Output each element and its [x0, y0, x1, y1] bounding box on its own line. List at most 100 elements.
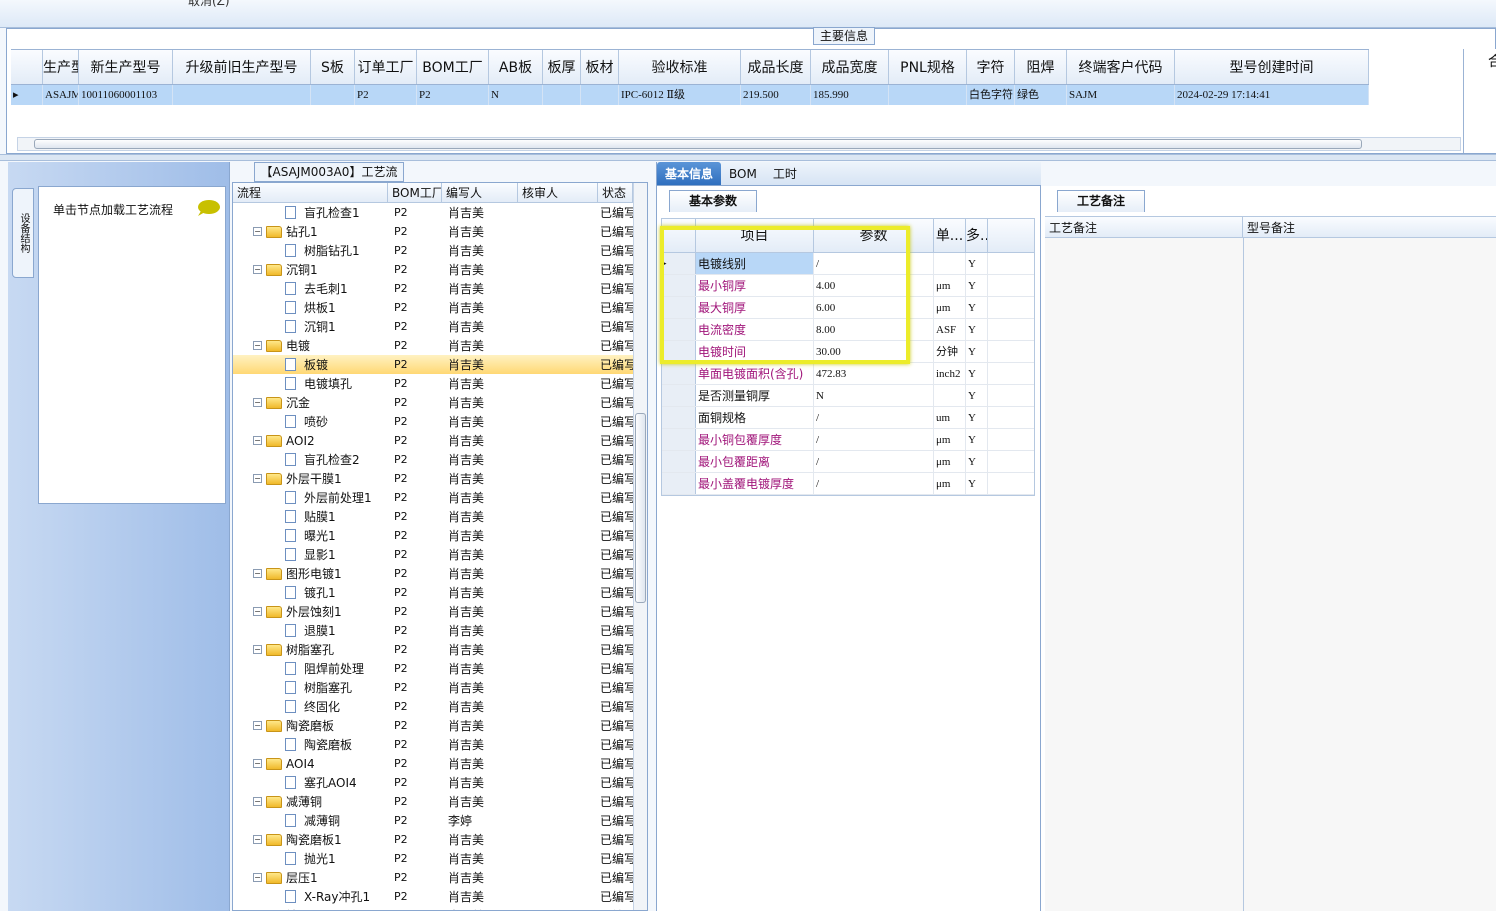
- param-value[interactable]: /: [814, 451, 934, 472]
- tree-row[interactable]: − 陶瓷磨板 P2 肖吉美 已编写: [233, 716, 633, 735]
- tree-row[interactable]: 阻焊前处理 P2 肖吉美 已编写: [233, 659, 633, 678]
- tree-node-cell[interactable]: 树脂塞孔: [233, 679, 388, 696]
- grid-cell[interactable]: 2024-02-29 17:14:41: [1175, 85, 1369, 105]
- collapse-icon[interactable]: −: [253, 759, 262, 768]
- collapse-icon[interactable]: −: [253, 797, 262, 806]
- tree-row[interactable]: 盲孔检查1 P2 肖吉美 已编写: [233, 203, 633, 222]
- tree-row[interactable]: 盲孔检查2 P2 肖吉美 已编写: [233, 450, 633, 469]
- tree-row[interactable]: 终固化 P2 肖吉美 已编写: [233, 697, 633, 716]
- tree-vertical-scrollbar[interactable]: [633, 183, 647, 910]
- param-row[interactable]: 面铜规格 / um Y: [662, 407, 1034, 429]
- tree-node-cell[interactable]: 镀孔1: [233, 584, 388, 601]
- tree-row[interactable]: 退膜1 P2 肖吉美 已编写: [233, 621, 633, 640]
- param-row[interactable]: 最小盖覆电镀厚度 / μm Y: [662, 473, 1034, 495]
- tree-node-cell[interactable]: − 陶瓷磨板: [233, 717, 388, 734]
- tree-node-cell[interactable]: − 钻孔1: [233, 223, 388, 240]
- tree-row[interactable]: 贴膜1 P2 肖吉美 已编写: [233, 507, 633, 526]
- tree-row[interactable]: − 外层干膜1 P2 肖吉美 已编写: [233, 469, 633, 488]
- tree-node-cell[interactable]: − 层压1: [233, 869, 388, 886]
- tree-node-cell[interactable]: − 树脂塞孔: [233, 641, 388, 658]
- grid-cell[interactable]: SAJM: [1067, 85, 1175, 105]
- tree-node-cell[interactable]: 陶瓷磨板: [233, 736, 388, 753]
- splitter[interactable]: [0, 154, 1496, 161]
- param-column-header[interactable]: 多..: [966, 219, 988, 252]
- tree-row[interactable]: − 沉铜1 P2 肖吉美 已编写: [233, 260, 633, 279]
- tree-row[interactable]: 板镀 P2 肖吉美 已编写: [233, 355, 633, 374]
- tree-column-header[interactable]: 核审人: [518, 183, 598, 202]
- grid-cell[interactable]: IPC-6012 Ⅱ级: [619, 85, 741, 105]
- tree-row[interactable]: −钻孔P2肖吉美已编写: [233, 906, 633, 910]
- grid-cell[interactable]: [581, 85, 619, 105]
- vtab-structure[interactable]: 设备结构: [12, 188, 34, 278]
- column-header[interactable]: 终端客户代码: [1067, 50, 1175, 84]
- tree-column-header[interactable]: 状态: [598, 183, 633, 202]
- scroll-thumb[interactable]: [34, 139, 1362, 149]
- tree-node-cell[interactable]: − 电镀: [233, 337, 388, 354]
- tree-node-cell[interactable]: − 沉铜1: [233, 261, 388, 278]
- tab-2[interactable]: 工时: [765, 162, 805, 185]
- tree-node-cell[interactable]: 抛光1: [233, 850, 388, 867]
- tree-row[interactable]: 沉铜1 P2 肖吉美 已编写: [233, 317, 633, 336]
- column-header[interactable]: 成品长度: [741, 50, 811, 84]
- column-header[interactable]: PNL规格: [889, 50, 967, 84]
- grid-cell[interactable]: P2: [355, 85, 417, 105]
- tree-node-cell[interactable]: 贴膜1: [233, 508, 388, 525]
- param-value[interactable]: N: [814, 385, 934, 406]
- tree-node-cell[interactable]: 外层前处理1: [233, 489, 388, 506]
- tree-row[interactable]: 减薄铜 P2 李婷 已编写: [233, 811, 633, 830]
- grid-cell[interactable]: [311, 85, 355, 105]
- tree-node-cell[interactable]: − 外层干膜1: [233, 470, 388, 487]
- collapse-icon[interactable]: −: [253, 474, 262, 483]
- tree-node-cell[interactable]: 沉铜1: [233, 318, 388, 335]
- tree-node-cell[interactable]: 板镀: [233, 356, 388, 373]
- tree-row[interactable]: − AOI2 P2 肖吉美 已编写: [233, 431, 633, 450]
- column-header[interactable]: 成品宽度: [811, 50, 889, 84]
- tree-node-cell[interactable]: 曝光1: [233, 527, 388, 544]
- cancel-button[interactable]: 取消(Z): [188, 0, 230, 9]
- grid-cell[interactable]: [889, 85, 967, 105]
- grid-cell[interactable]: 白色字符: [967, 85, 1015, 105]
- tree-row[interactable]: − 减薄铜 P2 肖吉美 已编写: [233, 792, 633, 811]
- tree-node-cell[interactable]: 电镀填孔: [233, 375, 388, 392]
- tree-node-cell[interactable]: − AOI2: [233, 434, 388, 448]
- column-header[interactable]: 生产型号: [43, 50, 79, 84]
- column-header[interactable]: 订单工厂: [355, 50, 417, 84]
- tree-node-cell[interactable]: − 外层蚀刻1: [233, 603, 388, 620]
- tree-row[interactable]: − 层压1 P2 肖吉美 已编写: [233, 868, 633, 887]
- collapse-icon[interactable]: −: [253, 607, 262, 616]
- tree-row[interactable]: 陶瓷磨板 P2 肖吉美 已编写: [233, 735, 633, 754]
- tree-row[interactable]: − 树脂塞孔 P2 肖吉美 已编写: [233, 640, 633, 659]
- tree-row[interactable]: 抛光1 P2 肖吉美 已编写: [233, 849, 633, 868]
- tree-row[interactable]: − 陶瓷磨板1 P2 肖吉美 已编写: [233, 830, 633, 849]
- param-row[interactable]: 是否测量铜厚 N Y: [662, 385, 1034, 407]
- tree-node-cell[interactable]: 喷砂: [233, 413, 388, 430]
- grid-cell[interactable]: ASAJM003A0: [43, 85, 79, 105]
- tree-row[interactable]: − 电镀 P2 肖吉美 已编写: [233, 336, 633, 355]
- tab-basic-params[interactable]: 基本参数: [669, 190, 757, 212]
- tree-row[interactable]: 树脂塞孔 P2 肖吉美 已编写: [233, 678, 633, 697]
- collapse-icon[interactable]: −: [253, 721, 262, 730]
- tree-row[interactable]: X-Ray冲孔1 P2 肖吉美 已编写: [233, 887, 633, 906]
- notes-column-header[interactable]: 型号备注: [1243, 217, 1496, 237]
- tree-node-cell[interactable]: 去毛刺1: [233, 280, 388, 297]
- column-header[interactable]: 型号创建时间: [1175, 50, 1369, 84]
- column-header[interactable]: 验收标准: [619, 50, 741, 84]
- load-flow-label[interactable]: 单击节点加载工艺流程: [53, 201, 173, 218]
- notes-body[interactable]: [1045, 238, 1496, 911]
- tree-node-cell[interactable]: −钻孔: [233, 907, 388, 910]
- tab-1[interactable]: BOM: [721, 162, 765, 185]
- tree-node-cell[interactable]: − 陶瓷磨板1: [233, 831, 388, 848]
- tree-row[interactable]: 镀孔1 P2 肖吉美 已编写: [233, 583, 633, 602]
- collapse-icon[interactable]: −: [253, 341, 262, 350]
- tree-row[interactable]: 树脂钻孔1 P2 肖吉美 已编写: [233, 241, 633, 260]
- param-column-header[interactable]: 单...: [934, 219, 966, 252]
- tree-node-cell[interactable]: 烘板1: [233, 299, 388, 316]
- column-header[interactable]: 板厚: [543, 50, 581, 84]
- tree-node-cell[interactable]: 显影1: [233, 546, 388, 563]
- grid-cell[interactable]: N: [489, 85, 543, 105]
- column-header[interactable]: 板材: [581, 50, 619, 84]
- tree-row[interactable]: − 沉金 P2 肖吉美 已编写: [233, 393, 633, 412]
- grid-cell[interactable]: P2: [417, 85, 489, 105]
- tree-row[interactable]: 曝光1 P2 肖吉美 已编写: [233, 526, 633, 545]
- tree-row[interactable]: 外层前处理1 P2 肖吉美 已编写: [233, 488, 633, 507]
